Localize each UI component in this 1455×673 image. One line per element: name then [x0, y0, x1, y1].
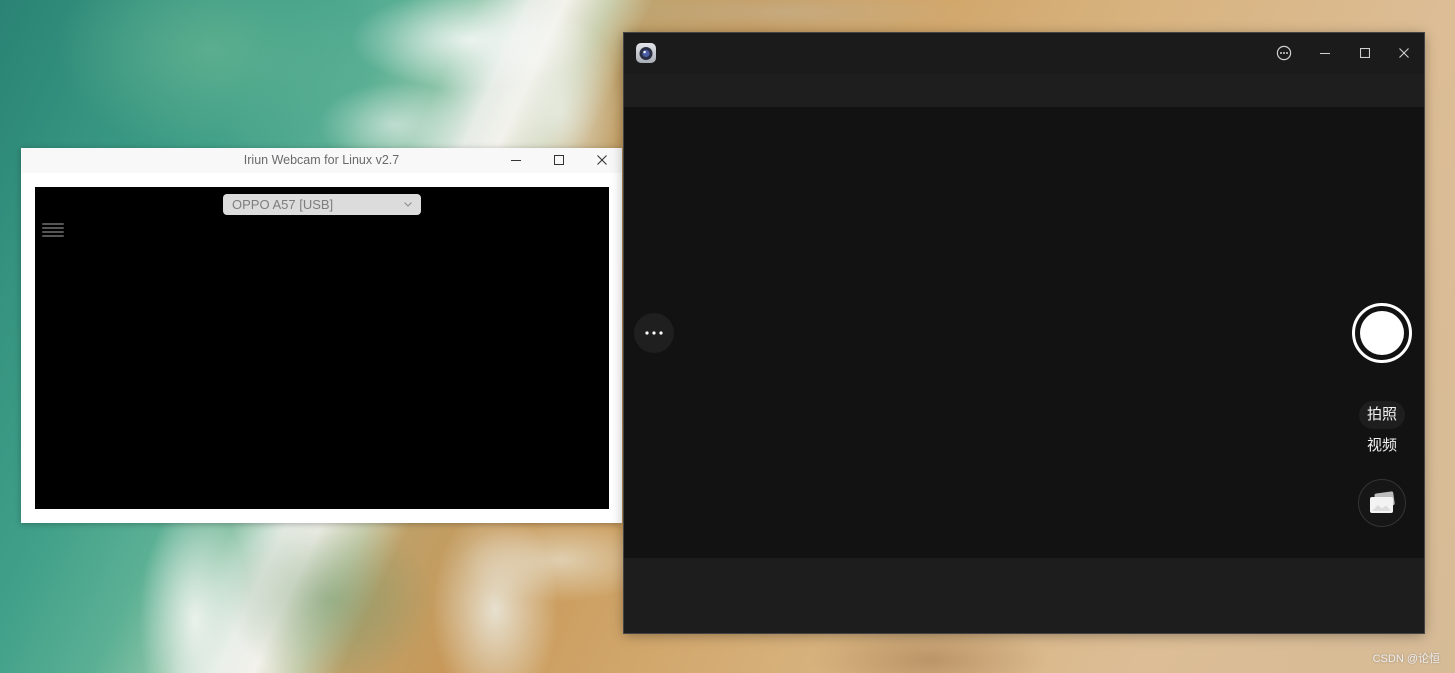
- gallery-button[interactable]: [1358, 479, 1406, 527]
- shutter-button[interactable]: [1352, 303, 1412, 363]
- more-horizontal-icon: [645, 331, 663, 335]
- close-icon: [597, 155, 607, 165]
- window-title: Iriun Webcam for Linux v2.7: [243, 153, 400, 167]
- maximize-icon: [1360, 48, 1370, 58]
- minimize-button[interactable]: [1309, 37, 1341, 69]
- camera-app-icon: [636, 43, 656, 63]
- close-icon: [1399, 48, 1409, 58]
- desktop-wallpaper: Iriun Webcam for Linux v2.7 OPPO A57 [US…: [0, 0, 1455, 673]
- hamburger-menu-icon[interactable]: [42, 222, 64, 238]
- hamburger-line: [42, 227, 64, 229]
- device-select-value: OPPO A57 [USB]: [232, 197, 334, 212]
- minimize-icon: [511, 160, 521, 161]
- photo-gallery-icon: [1370, 491, 1395, 513]
- mode-photo[interactable]: 拍照: [1359, 401, 1405, 429]
- iriun-titlebar[interactable]: Iriun Webcam for Linux v2.7: [21, 148, 622, 173]
- close-button[interactable]: [590, 148, 614, 172]
- chevron-down-icon: [404, 202, 412, 207]
- camera-titlebar[interactable]: [624, 33, 1424, 74]
- minimize-icon: [1320, 53, 1330, 54]
- iriun-window: Iriun Webcam for Linux v2.7 OPPO A57 [US…: [21, 148, 622, 523]
- camera-preview: 拍照 视频: [624, 107, 1424, 558]
- close-button[interactable]: [1388, 37, 1420, 69]
- maximize-button[interactable]: [1349, 37, 1381, 69]
- shutter-icon: [1360, 311, 1404, 355]
- more-options-button[interactable]: [634, 313, 674, 353]
- device-select[interactable]: OPPO A57 [USB]: [223, 194, 421, 215]
- hamburger-line: [42, 235, 64, 237]
- camera-window: 拍照 视频: [624, 33, 1424, 633]
- camera-bottom-bar: [624, 558, 1424, 633]
- hamburger-line: [42, 231, 64, 233]
- window-menu-button[interactable]: [1268, 37, 1300, 69]
- camera-toolbar: [624, 74, 1424, 107]
- maximize-icon: [554, 155, 564, 165]
- minimize-button[interactable]: [504, 148, 528, 172]
- maximize-button[interactable]: [547, 148, 571, 172]
- more-menu-icon: [1276, 45, 1292, 61]
- mode-video[interactable]: 视频: [1359, 432, 1405, 460]
- video-preview: OPPO A57 [USB]: [35, 187, 609, 509]
- watermark: CSDN @论恒: [1372, 653, 1440, 665]
- hamburger-line: [42, 223, 64, 225]
